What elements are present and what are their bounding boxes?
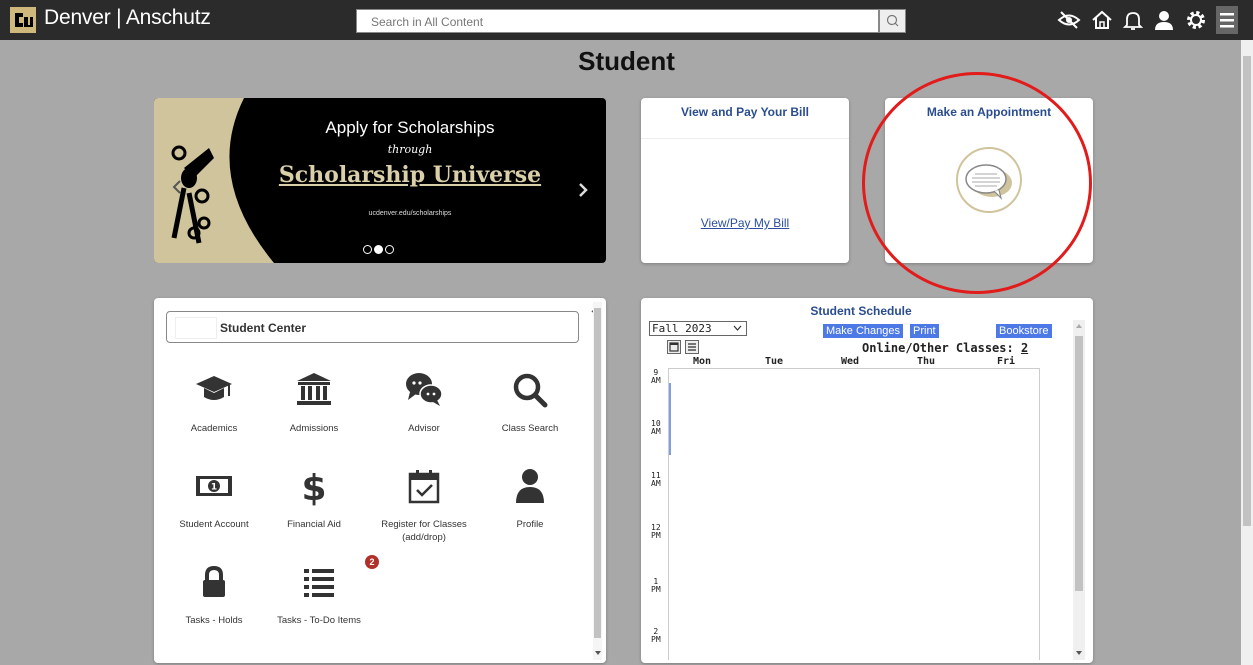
menu-icon[interactable]: [1216, 6, 1238, 34]
chevron-down-icon: [733, 325, 742, 331]
banner-title[interactable]: Scholarship Universe: [154, 162, 606, 188]
make-changes-button[interactable]: Make Changes: [823, 324, 903, 338]
search-icon: [886, 14, 899, 27]
nav-advisor-label: Advisor: [408, 423, 440, 434]
list-icon: [304, 569, 334, 597]
nav-tasks-todo[interactable]: Tasks - To-Do Items: [269, 562, 369, 627]
time-label: 1 PM: [651, 577, 661, 594]
chat-bubbles-icon: [406, 373, 443, 406]
scholarship-banner[interactable]: Apply for Scholarships through Scholarsh…: [154, 98, 606, 263]
online-classes-label: Online/Other Classes: 2: [862, 341, 1028, 355]
student-center-header[interactable]: Student Center: [166, 311, 579, 343]
svg-text:$: $: [301, 468, 326, 506]
nav-tasks-todo-label: Tasks - To-Do Items: [277, 615, 361, 626]
nav-tasks-holds-label: Tasks - Holds: [185, 615, 243, 626]
search-icon: [513, 373, 548, 408]
home-icon[interactable]: [1090, 8, 1114, 32]
nav-financial-aid-label: Financial Aid: [287, 519, 341, 530]
search-button[interactable]: [879, 9, 906, 33]
dollar-icon: $: [301, 468, 326, 506]
nav-academics-label: Academics: [190, 423, 238, 434]
nav-tasks-holds[interactable]: Tasks - Holds: [164, 562, 264, 627]
term-select-value: Fall 2023: [652, 322, 712, 335]
user-icon: [516, 469, 544, 503]
todo-count-badge: 2: [365, 555, 379, 569]
accessibility-icon[interactable]: [1057, 8, 1081, 32]
scroll-down-icon[interactable]: [594, 650, 602, 656]
lock-icon: [203, 565, 225, 597]
online-classes-count[interactable]: 2: [1021, 341, 1028, 355]
bell-icon[interactable]: [1121, 8, 1145, 32]
list-view-icon[interactable]: [685, 340, 699, 354]
day-header-fri: Fri: [997, 356, 1016, 367]
search-input[interactable]: Search in All Content: [356, 9, 879, 33]
day-header-mon: Mon: [693, 356, 712, 367]
nav-admissions-label: Admissions: [289, 423, 339, 434]
carousel-dot[interactable]: [385, 245, 394, 254]
student-center-header-image: [175, 317, 217, 339]
highlight-circle: [862, 72, 1092, 294]
nav-admissions[interactable]: Admissions: [264, 370, 364, 435]
calendar-check-icon: [408, 470, 440, 504]
nav-register-classes[interactable]: Register for Classes (add/drop): [374, 466, 474, 544]
nav-student-account-label: Student Account: [179, 519, 249, 530]
time-label: 2 PM: [651, 627, 661, 644]
schedule-title: Student Schedule: [810, 304, 912, 318]
carousel-dot[interactable]: [363, 245, 372, 254]
student-center-title: Student Center: [220, 321, 307, 335]
day-header-thu: Thu: [917, 356, 936, 367]
student-center-tile: Student Center Academics Admissions Advi…: [154, 298, 606, 663]
nav-class-search[interactable]: Class Search: [480, 370, 580, 435]
banner-url: ucdenver.edu/scholarships: [368, 210, 452, 217]
nav-profile-label: Profile: [516, 519, 544, 530]
nav-class-search-label: Class Search: [501, 423, 559, 434]
cu-logo-icon[interactable]: [10, 7, 36, 33]
nav-student-account[interactable]: 1 Student Account: [164, 466, 264, 531]
day-header-tue: Tue: [765, 356, 784, 367]
svg-text:1: 1: [211, 483, 217, 493]
page-scrollbar[interactable]: [1241, 40, 1253, 665]
scroll-up-icon[interactable]: [1075, 323, 1083, 329]
online-classes-text: Online/Other Classes:: [862, 341, 1014, 355]
nav-register-classes-label: Register for Classes (add/drop): [381, 519, 467, 543]
bookstore-button[interactable]: Bookstore: [996, 324, 1052, 338]
brand-name[interactable]: Denver | Anschutz: [44, 6, 211, 30]
banner-subtext: through: [387, 143, 433, 156]
time-label: 11 AM: [651, 471, 661, 488]
term-select[interactable]: Fall 2023: [649, 321, 747, 336]
student-center-scrollbar-thumb[interactable]: [594, 308, 601, 638]
schedule-scrollbar[interactable]: [1073, 320, 1085, 660]
scroll-down-icon[interactable]: [1075, 650, 1083, 656]
time-label: 10 AM: [651, 419, 661, 436]
carousel-dots: [362, 241, 395, 259]
bill-tile[interactable]: View and Pay Your Bill View/Pay My Bill: [641, 98, 849, 263]
schedule-scrollbar-thumb[interactable]: [1075, 336, 1083, 591]
nav-financial-aid[interactable]: $ Financial Aid: [264, 466, 364, 531]
money-icon: 1: [196, 476, 232, 496]
nav-academics[interactable]: Academics: [164, 370, 264, 435]
graduation-cap-icon: [196, 376, 232, 400]
top-header: Denver | Anschutz Search in All Content: [0, 0, 1253, 40]
schedule-grid: [668, 368, 1040, 660]
view-pay-bill-link[interactable]: View/Pay My Bill: [641, 216, 849, 230]
nav-advisor[interactable]: Advisor: [374, 370, 474, 435]
page-title: Student: [578, 46, 675, 76]
carousel-dot-active[interactable]: [374, 245, 383, 254]
time-label: 9 AM: [651, 368, 661, 385]
calendar-view-icon[interactable]: [667, 340, 681, 354]
user-icon[interactable]: [1152, 8, 1176, 32]
banner-heading: Apply for Scholarships: [325, 118, 495, 137]
day-header-wed: Wed: [841, 356, 860, 367]
nav-profile[interactable]: Profile: [480, 466, 580, 531]
schedule-tile: Student Schedule Fall 2023 Make Changes …: [641, 298, 1093, 663]
student-center-scrollbar[interactable]: [593, 302, 602, 660]
bill-tile-title: View and Pay Your Bill: [680, 105, 810, 119]
page-scrollbar-thumb[interactable]: [1243, 56, 1251, 526]
gear-icon[interactable]: [1184, 8, 1208, 32]
institution-icon: [297, 373, 331, 405]
print-button[interactable]: Print: [910, 324, 939, 338]
time-label: 12 PM: [651, 523, 661, 540]
